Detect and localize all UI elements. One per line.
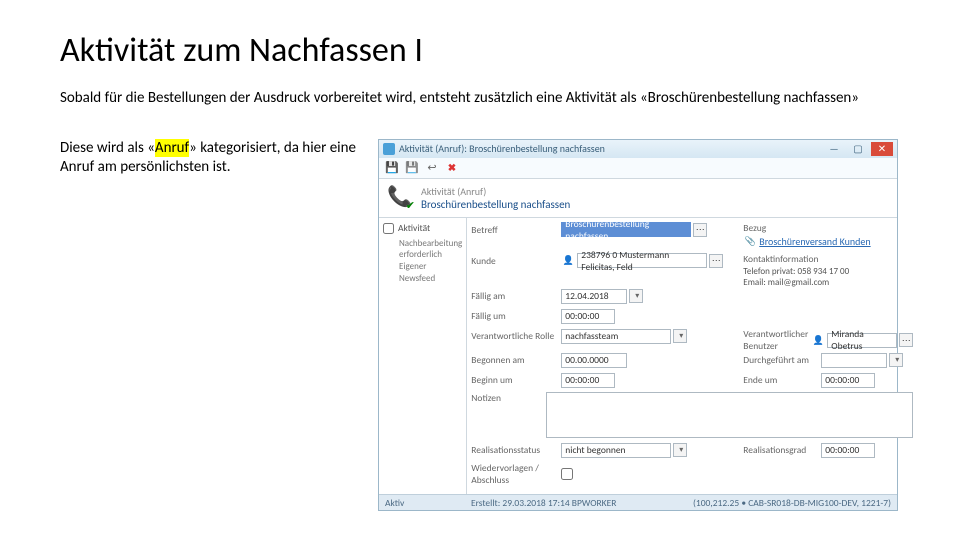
benutzer-icon: 👤	[811, 333, 825, 347]
field-realgrad[interactable]: 00:00:00	[821, 443, 875, 458]
label-faellig-am: Fällig am	[471, 290, 561, 302]
field-realstatus[interactable]: nicht begonnen	[561, 443, 671, 458]
link-icon: 📎	[743, 235, 757, 249]
undo-icon[interactable]	[425, 161, 439, 175]
page-title: Aktivität zum Nachfassen I	[60, 30, 900, 71]
field-betreff[interactable]: Broschürenbestellung nachfassen	[561, 222, 691, 237]
label-wiedervorlagen: Wiedervorlagen / Abschluss	[471, 462, 561, 486]
close-button[interactable]: ✕	[871, 142, 893, 156]
field-durchgef[interactable]	[821, 353, 887, 368]
field-benutzer[interactable]: Miranda Obetrus	[827, 333, 897, 348]
benutzer-picker-icon[interactable]: ⋯	[899, 333, 913, 347]
kunde-open-icon[interactable]: ⋯	[709, 254, 723, 268]
link-bezug[interactable]: Broschürenversand Kunden	[759, 235, 870, 248]
status-active: Aktiv	[385, 497, 404, 509]
delete-icon[interactable]: ✖	[445, 161, 459, 175]
label-kunde: Kunde	[471, 255, 561, 267]
kunde-icon: 👤	[561, 254, 575, 268]
app-icon	[383, 143, 395, 155]
status-created: Erstellt: 29.03.2018 17:14 BPWORKER	[471, 497, 616, 509]
record-title: Broschürenbestellung nachfassen	[421, 198, 570, 211]
value-kontaktinfo: Telefon privat: 058 934 17 00 Email: mai…	[743, 266, 913, 289]
label-ende-um: Ende um	[743, 374, 821, 386]
label-faellig-um: Fällig um	[471, 310, 561, 322]
field-ende-um[interactable]: 00:00:00	[821, 373, 875, 388]
titlebar[interactable]: Aktivität (Anruf): Broschürenbestellung …	[379, 140, 897, 158]
label-realgrad: Realisationsgrad	[743, 444, 821, 456]
statusbar: Aktiv Erstellt: 29.03.2018 17:14 BPWORKE…	[379, 494, 897, 510]
aktivitaet-checkbox[interactable]: Aktivität	[383, 222, 462, 234]
save-and-close-icon[interactable]	[405, 161, 419, 175]
label-notizen: Notizen	[471, 392, 546, 404]
rolle-dropdown-icon[interactable]	[673, 329, 687, 343]
checkbox-wiedervorlagen[interactable]	[561, 468, 573, 480]
durchgef-dropdown-icon[interactable]	[889, 353, 903, 367]
form-panel: Betreff Broschürenbestellung nachfassen …	[467, 218, 917, 495]
record-header: Aktivität (Anruf) Broschürenbestellung n…	[379, 179, 897, 217]
save-icon[interactable]	[385, 161, 399, 175]
field-begonnen-am[interactable]: 00.00.0000	[561, 353, 627, 368]
label-beginn-um: Beginn um	[471, 374, 561, 386]
label-rolle: Verantwortliche Rolle	[471, 330, 561, 342]
field-faellig-am[interactable]: 12.04.2018	[561, 289, 627, 304]
field-kunde[interactable]: 238796 0 Mustermann Felicitas, Feld	[577, 253, 707, 268]
minimize-button[interactable]: —	[823, 142, 845, 156]
realstatus-dropdown-icon[interactable]	[673, 443, 687, 457]
field-rolle[interactable]: nachfassteam	[561, 329, 671, 344]
status-connection: (100,212.25 • CAB-SR018-DB-MIG100-DEV, 1…	[693, 497, 891, 509]
side-note: Diese wird als «Anruf» kategorisiert, da…	[60, 139, 360, 512]
anruf-highlight: Anruf	[155, 139, 189, 157]
label-benutzer: Verantwortlicher Benutzer	[743, 328, 811, 352]
label-durchgef: Durchgeführt am	[743, 354, 821, 366]
field-notizen[interactable]	[546, 392, 913, 438]
label-begonnen-am: Begonnen am	[471, 354, 561, 366]
crm-window: Aktivität (Anruf): Broschürenbestellung …	[378, 139, 898, 512]
toolbar: ✖	[379, 158, 897, 179]
record-type: Aktivität (Anruf)	[421, 185, 570, 198]
label-realstatus: Realisationsstatus	[471, 444, 561, 456]
betreff-picker-icon[interactable]: ⋯	[693, 223, 707, 237]
side-subtext: Nachbearbeitung erforderlich Eigener New…	[399, 238, 462, 285]
window-title: Aktivität (Anruf): Broschürenbestellung …	[399, 142, 821, 155]
field-beginn-um[interactable]: 00:00:00	[561, 373, 615, 388]
label-kontaktinfo: Kontaktinformation	[743, 253, 913, 265]
intro-paragraph: Sobald für die Bestellungen der Ausdruck…	[60, 89, 900, 109]
label-betreff: Betreff	[471, 224, 561, 236]
side-panel: Aktivität Nachbearbeitung erforderlich E…	[379, 218, 467, 495]
faellig-am-calendar-icon[interactable]	[629, 289, 643, 303]
phone-check-icon	[389, 186, 413, 210]
field-faellig-um[interactable]: 00:00:00	[561, 309, 615, 324]
label-bezug: Bezug	[743, 222, 913, 234]
maximize-button[interactable]: ▢	[847, 142, 869, 156]
